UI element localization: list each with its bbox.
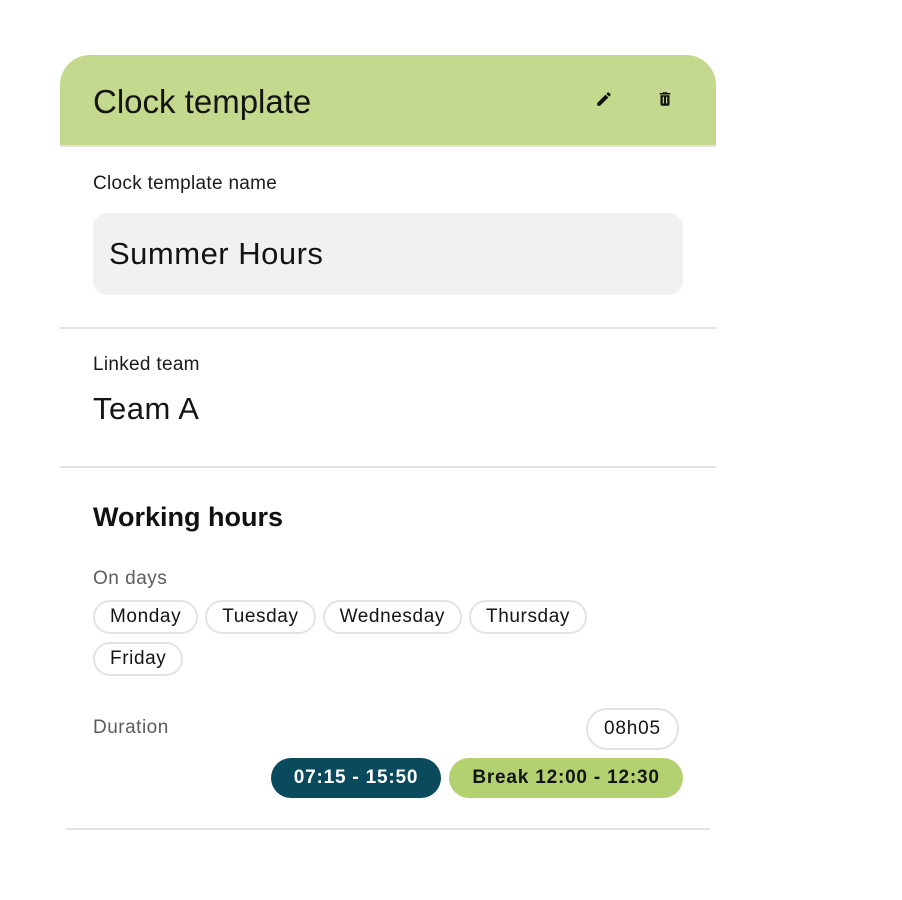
card-title: Clock template [93,83,312,120]
clock-template-card: Clock template Clock template name Linke… [60,55,716,830]
edit-button[interactable] [590,85,618,113]
break-time-range: Break 12:00 - 12:30 [449,758,683,798]
day-chip-wednesday[interactable]: Wednesday [322,600,462,634]
day-chip-friday[interactable]: Friday [93,642,184,676]
days-chip-list: Monday Tuesday Wednesday Thursday Friday [93,600,653,676]
day-chip-tuesday[interactable]: Tuesday [205,600,316,634]
template-name-label: Clock template name [93,173,278,194]
working-time-range: 07:15 - 15:50 [271,758,441,798]
template-name-section: Clock template name [60,147,716,329]
card-header: Clock template [60,55,716,147]
duration-badge: 08h05 [586,708,679,750]
section-divider [66,828,710,830]
working-hours-title: Working hours [93,502,284,532]
day-chip-monday[interactable]: Monday [93,600,199,634]
template-name-input[interactable] [93,213,683,295]
linked-team-section: Linked team Team A [60,329,716,468]
day-chip-thursday[interactable]: Thursday [468,600,587,634]
on-days-label: On days [93,568,168,589]
linked-team-label: Linked team [93,354,200,375]
working-hours-section: Working hours On days Monday Tuesday Wed… [60,468,716,830]
duration-label: Duration [93,717,169,738]
pencil-icon [597,92,611,106]
delete-button[interactable] [651,85,679,113]
trash-icon [659,92,671,106]
linked-team-value: Team A [93,391,200,426]
